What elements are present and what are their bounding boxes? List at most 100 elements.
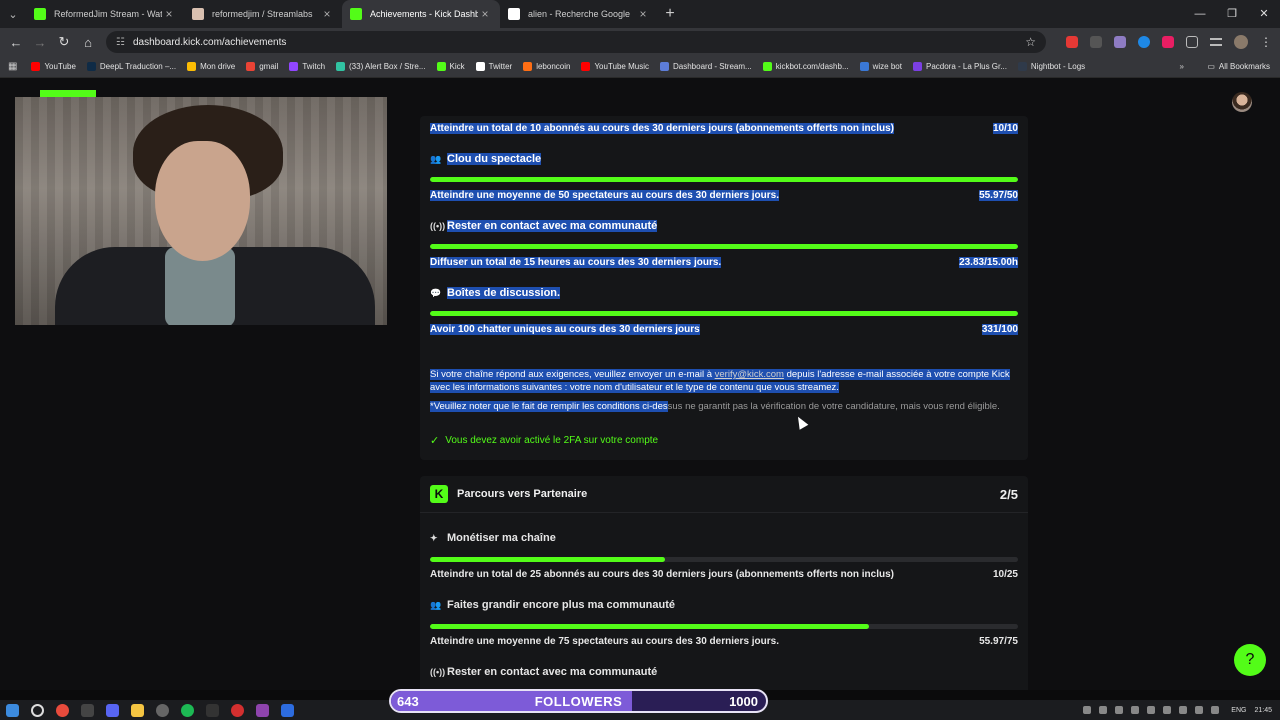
- support-chat-button[interactable]: ?: [1234, 644, 1266, 676]
- bookmark-star-icon[interactable]: ☆: [1025, 35, 1036, 49]
- achievement-title-text: Faites grandir encore plus ma communauté: [447, 599, 676, 611]
- input-language[interactable]: ENG: [1231, 707, 1246, 714]
- bookmark-label: Twitter: [488, 62, 513, 71]
- bookmark-item[interactable]: Mon drive: [187, 62, 235, 71]
- bookmark-item[interactable]: (33) Alert Box / Stre...: [336, 62, 426, 71]
- site-info-icon[interactable]: ☷: [116, 37, 125, 48]
- bookmark-favicon-icon: [523, 62, 533, 71]
- tab-close-icon[interactable]: ×: [162, 7, 176, 21]
- reading-list-icon[interactable]: [1210, 38, 1222, 46]
- requirement-value: 55.97/50: [979, 190, 1018, 201]
- bookmark-label: YouTube Music: [594, 62, 649, 71]
- partner-path-score: 2/5: [999, 486, 1018, 502]
- address-bar[interactable]: ☷ dashboard.kick.com/achievements ☆: [106, 31, 1046, 53]
- bookmark-item[interactable]: wize bot: [859, 62, 902, 71]
- achievement-title: 💬 Boîtes de discussion.: [430, 287, 561, 299]
- tab-search-button[interactable]: ⌄: [0, 0, 26, 28]
- bookmark-label: DeepL Traduction –...: [99, 62, 177, 71]
- tab-2[interactable]: Achievements - Kick Dashboard×: [342, 0, 500, 28]
- bookmark-item[interactable]: Nightbot - Logs: [1017, 62, 1085, 71]
- tray-icon[interactable]: [1179, 706, 1188, 714]
- chrome-icon[interactable]: [56, 703, 69, 717]
- app-icon[interactable]: [231, 703, 244, 717]
- requirement-text: Atteindre une moyenne de 50 spectateurs …: [430, 190, 780, 201]
- app-icon[interactable]: [256, 703, 269, 717]
- requirement-text: Atteindre un total de 25 abonnés au cour…: [430, 569, 894, 580]
- tab-strip: ⌄ ReformedJim Stream - Watch L×reformedj…: [0, 0, 1280, 28]
- tray-icon[interactable]: [1083, 706, 1092, 714]
- minimize-icon[interactable]: —: [1184, 0, 1216, 28]
- back-icon[interactable]: ←: [4, 35, 28, 50]
- bookmark-item[interactable]: kickbot.com/dashb...: [762, 62, 849, 71]
- tab-title: reformedjim / Streamlabs: [212, 9, 313, 19]
- tab-close-icon[interactable]: ×: [478, 7, 492, 21]
- requirement-value: 23.83/15.00h: [959, 257, 1018, 268]
- file-explorer-icon[interactable]: [131, 703, 144, 717]
- bookmark-favicon-icon: [912, 62, 922, 71]
- tray-icon[interactable]: [1131, 706, 1140, 714]
- tab-1[interactable]: reformedjim / Streamlabs ×: [184, 0, 342, 28]
- abp-extension-icon[interactable]: [1066, 36, 1078, 48]
- tab-3[interactable]: alien - Recherche Google ×: [500, 0, 658, 28]
- extension-icon[interactable]: [1162, 36, 1174, 48]
- apps-grid-icon[interactable]: ▦: [8, 61, 17, 72]
- volume-icon[interactable]: [1211, 706, 1220, 714]
- home-icon[interactable]: ⌂: [76, 35, 100, 50]
- reload-icon[interactable]: ↻: [52, 34, 76, 50]
- forward-icon[interactable]: →: [28, 35, 52, 50]
- tab-title: Achievements - Kick Dashboard: [370, 9, 478, 19]
- discord-icon[interactable]: [106, 703, 119, 717]
- all-bookmarks-button[interactable]: ▭ All Bookmarks: [1207, 62, 1270, 71]
- tray-icon[interactable]: [1147, 706, 1156, 714]
- extension-icon[interactable]: [1138, 36, 1150, 48]
- verification-text-start: Si votre chaîne répond aux exigences, ve…: [430, 369, 715, 380]
- wifi-icon[interactable]: [1195, 706, 1204, 714]
- bookmark-item[interactable]: leboncoin: [523, 62, 570, 71]
- tray-icon[interactable]: [1099, 706, 1108, 714]
- bookmark-item[interactable]: YouTube Music: [581, 62, 649, 71]
- bookmark-favicon-icon: [859, 62, 869, 71]
- followers-goal: 1000: [729, 693, 758, 709]
- new-tab-button[interactable]: +: [658, 5, 682, 23]
- bookmark-label: Mon drive: [200, 62, 236, 71]
- windows-start-icon[interactable]: [6, 703, 19, 717]
- profile-avatar[interactable]: [1234, 35, 1248, 49]
- restore-icon[interactable]: ❐: [1216, 0, 1248, 28]
- tab-favicon-icon: [350, 8, 362, 20]
- requirement-row: Diffuser un total de 15 heures au cours …: [430, 257, 1018, 268]
- close-window-icon[interactable]: ✕: [1248, 0, 1280, 28]
- bookmark-item[interactable]: YouTube: [31, 62, 76, 71]
- bookmark-item[interactable]: Pacdora - La Plus Gr...: [912, 62, 1007, 71]
- extension-icon[interactable]: [1114, 36, 1126, 48]
- bookmark-label: wize bot: [872, 62, 902, 71]
- tab-0[interactable]: ReformedJim Stream - Watch L×: [26, 0, 184, 28]
- obs-icon[interactable]: [156, 703, 169, 717]
- extension-icon[interactable]: [1090, 36, 1102, 48]
- requirement-text: Avoir 100 chatter uniques au cours des 3…: [430, 324, 700, 335]
- bookmarks-overflow-icon[interactable]: »: [1180, 62, 1184, 71]
- tab-close-icon[interactable]: ×: [320, 7, 334, 21]
- progress-fill: [430, 624, 869, 629]
- tab-title: alien - Recherche Google: [528, 9, 631, 19]
- taskview-icon[interactable]: [81, 703, 94, 717]
- tab-close-icon[interactable]: ×: [636, 7, 650, 21]
- app-icon[interactable]: [206, 703, 219, 717]
- puzzle-icon[interactable]: [1186, 36, 1198, 48]
- app-icon[interactable]: [281, 703, 294, 717]
- search-icon[interactable]: [31, 703, 44, 717]
- bookmark-item[interactable]: DeepL Traduction –...: [86, 62, 177, 71]
- bookmark-item[interactable]: gmail: [246, 62, 278, 71]
- bookmark-item[interactable]: Twitter: [475, 62, 513, 71]
- bookmark-item[interactable]: Kick: [436, 62, 465, 71]
- user-avatar[interactable]: [1232, 92, 1252, 112]
- clock[interactable]: 21:45: [1254, 707, 1272, 714]
- app-icon[interactable]: [181, 703, 194, 717]
- tray-icon[interactable]: [1115, 706, 1124, 714]
- verify-email-link[interactable]: verify@kick.com: [715, 369, 784, 380]
- menu-kebab-icon[interactable]: ⋮: [1260, 35, 1272, 49]
- progress-fill: [430, 311, 1018, 316]
- bookmark-item[interactable]: Twitch: [289, 62, 325, 71]
- bookmark-label: Dashboard - Stream...: [673, 62, 752, 71]
- bookmark-item[interactable]: Dashboard - Stream...: [660, 62, 752, 71]
- tray-icon[interactable]: [1163, 706, 1172, 714]
